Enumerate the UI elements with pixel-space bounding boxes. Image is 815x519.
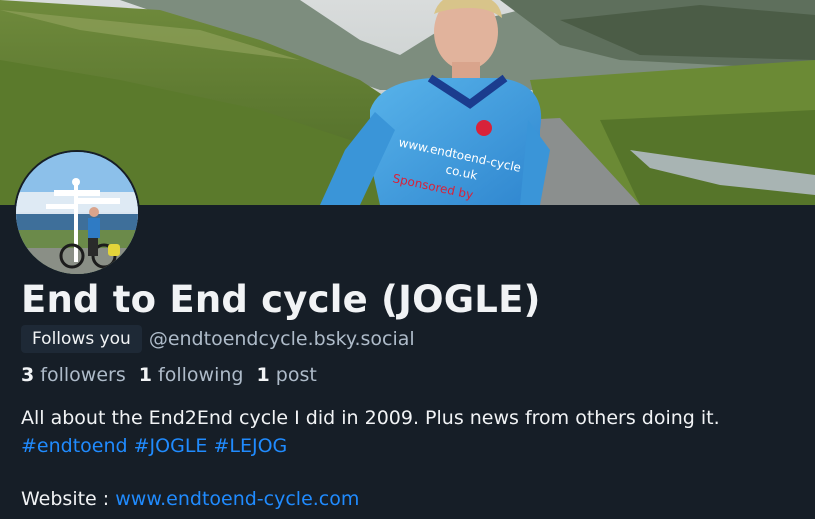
website-label: Website : <box>21 488 110 510</box>
followers-link[interactable]: 3 followers <box>21 364 126 386</box>
hashtag-link[interactable]: #LEJOG <box>213 435 287 457</box>
posts-stat: 1 post <box>257 364 317 386</box>
following-link[interactable]: 1 following <box>139 364 244 386</box>
follows-you-badge: Follows you <box>21 325 142 353</box>
handle-row: Follows you @endtoendcycle.bsky.social <box>21 325 415 353</box>
hashtag-link[interactable]: #endtoend <box>21 435 128 457</box>
profile-display-name: End to End cycle (JOGLE) <box>21 278 541 321</box>
posts-count: 1 <box>256 364 270 386</box>
following-count: 1 <box>138 364 152 386</box>
website-link[interactable]: www.endtoend-cycle.com <box>115 488 359 510</box>
bio-text: All about the End2End cycle I did in 200… <box>21 407 720 429</box>
posts-label: post <box>275 364 317 386</box>
bio-hashtags: #endtoend #JOGLE #LEJOG <box>21 432 801 460</box>
following-label: following <box>158 364 244 386</box>
profile-avatar[interactable] <box>14 150 140 276</box>
profile-handle: @endtoendcycle.bsky.social <box>148 328 415 350</box>
hashtag-link[interactable]: #JOGLE <box>134 435 208 457</box>
profile-bio: All about the End2End cycle I did in 200… <box>21 404 801 460</box>
profile-stats: 3 followers 1 following 1 post <box>21 364 317 386</box>
followers-count: 3 <box>21 364 35 386</box>
bio-website-line: Website : www.endtoend-cycle.com <box>21 486 359 512</box>
followers-label: followers <box>40 364 126 386</box>
